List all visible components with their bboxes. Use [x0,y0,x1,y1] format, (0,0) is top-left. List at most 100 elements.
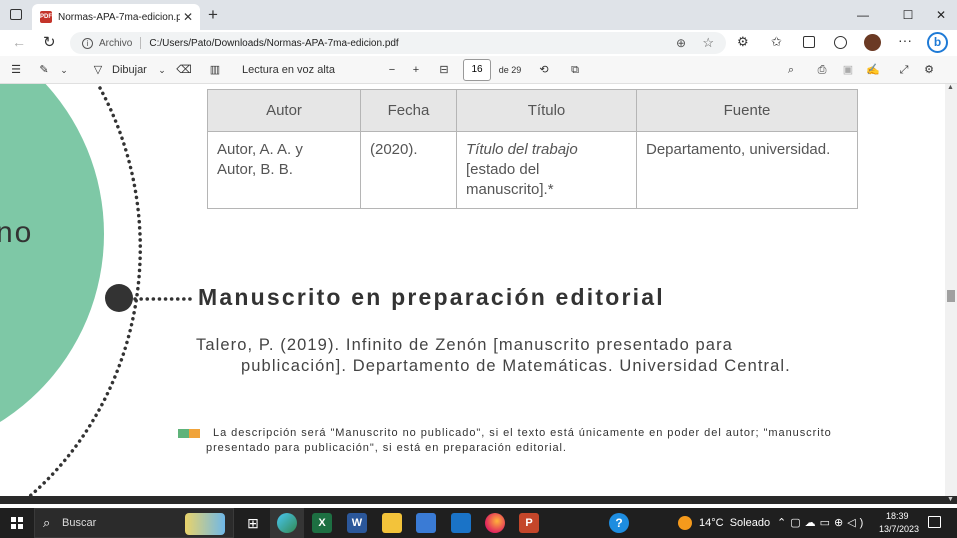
address-separator [140,37,142,49]
favorite-star-icon[interactable]: ☆ [702,35,714,51]
green-circle [0,84,104,423]
fit-page-icon[interactable]: ⊟ [436,56,452,84]
mail-icon[interactable] [451,513,471,533]
taskbar-search-label: Buscar [62,517,97,529]
tab-actions-icon[interactable] [10,9,22,20]
note-line-2: presentado para publicación", si está en… [206,442,567,454]
back-icon[interactable]: ← [12,34,26,50]
taskbar-search-box[interactable]: ⌕ Buscar [34,508,234,538]
clock-time[interactable]: 18:39 [886,511,909,521]
favorites-icon[interactable]: ✩ [771,34,782,50]
titulo-line-3: manuscrito].* [466,181,554,198]
address-bar[interactable]: i Archivo C:/Users/Pato/Downloads/Normas… [70,32,726,54]
highlight-dropdown-chevron-icon[interactable]: ⌄ [58,56,70,84]
scrollbar-thumb[interactable] [947,290,955,302]
page-number-input[interactable]: 16 [463,59,491,81]
edge-active-indicator [270,508,304,538]
settings-gear-icon[interactable]: ⚙ [921,56,937,84]
pdf-file-icon: PDF [40,11,52,23]
header-fuente: Fuente [636,89,858,132]
draw-icon[interactable]: ▽ [90,56,106,84]
tab-title: Normas-APA-7ma-edicion.pdf [58,11,180,23]
fullscreen-icon[interactable]: ⤢ [896,56,912,84]
save-as-icon[interactable]: ✍ [865,56,881,84]
browser-tab[interactable]: PDF Normas-APA-7ma-edicion.pdf ✕ [32,4,200,30]
reader-view-icon[interactable]: ▥ [207,56,223,84]
reference-line-2: publicación]. Departamento de Matemática… [241,357,791,375]
address-bar-row: ← ↻ i Archivo C:/Users/Pato/Downloads/No… [0,30,957,56]
weather-text[interactable]: 14°C Soleado [699,517,770,529]
note-orange-marker [189,429,200,438]
browser-essentials-icon[interactable] [834,36,847,49]
read-aloud-button[interactable]: Lectura en voz alta [242,56,338,84]
rotate-icon[interactable]: ⟲ [536,56,552,84]
collections-icon[interactable] [803,36,815,48]
reference-line-1: Talero, P. (2019). Infinito de Zenón [ma… [196,336,733,354]
microsoft-store-icon[interactable] [416,513,436,533]
tray-icons[interactable]: ⌃▢☁▭⊕◁) [777,516,867,529]
header-autor: Autor [207,89,361,132]
draw-button[interactable]: Dibujar [112,56,148,84]
new-tab-button[interactable]: + [204,6,222,24]
save-icon[interactable]: ▣ [840,56,856,84]
page-total: de 29 [498,65,522,75]
titulo-italic: Título del trabajo [466,141,578,158]
note-line-1: La descripción será "Manuscrito no publi… [213,427,832,439]
table-header-row: Autor Fecha Título Fuente [207,89,858,132]
zoom-in-icon[interactable]: + [409,56,423,84]
cell-autor: Autor, A. A. y Autor, B. B. [207,131,361,209]
info-icon: i [82,37,93,49]
circle-text: no [0,216,34,249]
page-view-icon[interactable]: ⧉ [567,56,583,84]
profile-avatar[interactable] [864,34,881,51]
windows-taskbar: ⌕ Buscar ⊞ X W P ? 14°C Soleado ⌃▢☁▭⊕◁) … [0,508,957,538]
firefox-icon[interactable] [485,513,505,533]
autor-line-1: Autor, A. A. y [217,141,303,158]
task-view-icon[interactable]: ⊞ [243,513,263,533]
close-tab-icon[interactable]: ✕ [180,10,196,24]
powerpoint-icon[interactable]: P [519,513,539,533]
contents-icon[interactable]: ☰ [8,56,24,84]
apa-reference-table: Autor Fecha Título Fuente Autor, A. A. y… [207,89,858,209]
autor-line-2: Autor, B. B. [217,161,293,178]
highlight-icon[interactable]: ✎ [36,56,52,84]
file-explorer-icon[interactable] [382,513,402,533]
address-url: C:/Users/Pato/Downloads/Normas-APA-7ma-e… [149,37,399,49]
minimize-button[interactable]: — [848,0,878,30]
notifications-icon[interactable] [928,516,941,528]
more-options-icon[interactable]: ··· [898,32,912,48]
scroll-down-icon[interactable]: ▼ [947,496,954,503]
pdf-document-view[interactable]: no Autor Fecha Título Fuente Autor, A. A… [0,84,945,496]
windows-start-icon[interactable] [11,517,23,529]
weather-sun-icon [678,516,692,530]
bing-copilot-icon[interactable]: b [927,32,948,53]
address-prefix: Archivo [99,37,133,49]
note-green-marker [178,429,189,438]
taskbar-search-icon: ⌕ [43,515,51,530]
browser-title-bar: PDF Normas-APA-7ma-edicion.pdf ✕ + — ☐ ✕ [0,0,957,30]
search-highlight-icon [185,513,225,535]
horizontal-scrollbar[interactable] [0,496,957,504]
cell-titulo: Título del trabajo [estado del manuscrit… [456,131,637,209]
close-window-button[interactable]: ✕ [926,0,956,30]
help-icon[interactable]: ? [609,513,629,533]
zoom-out-icon[interactable]: − [385,56,399,84]
maximize-button[interactable]: ☐ [893,0,923,30]
draw-dropdown-chevron-icon[interactable]: ⌄ [156,56,168,84]
zoom-icon[interactable]: ⊕ [676,36,686,50]
cell-fecha: (2020). [360,131,457,209]
excel-icon[interactable]: X [312,513,332,533]
extensions-icon[interactable]: ⚙ [737,34,749,50]
table-row: Autor, A. A. y Autor, B. B. (2020). Títu… [207,131,858,209]
section-heading: Manuscrito en preparación editorial [198,284,665,310]
header-titulo: Título [456,89,637,132]
scroll-up-icon[interactable]: ▲ [947,84,954,91]
word-icon[interactable]: W [347,513,367,533]
header-fecha: Fecha [360,89,457,132]
reload-icon[interactable]: ↻ [43,33,56,51]
eraser-icon[interactable]: ⌫ [176,56,192,84]
titulo-line-2: [estado del [466,161,540,178]
clock-date[interactable]: 13/7/2023 [879,524,919,534]
search-icon[interactable]: ⌕ [783,56,799,84]
print-icon[interactable]: ⎙ [814,56,830,84]
